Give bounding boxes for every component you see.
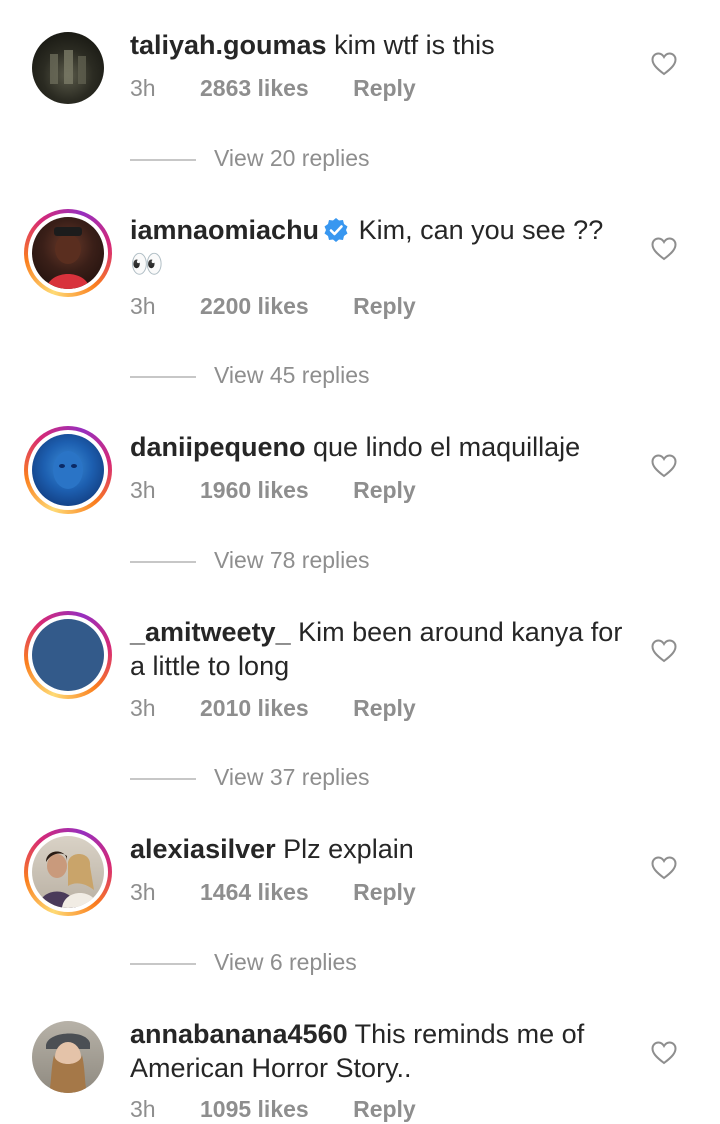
reply-button[interactable]: Reply xyxy=(353,693,416,723)
comment-username[interactable]: iamnaomiachu xyxy=(130,215,319,245)
avatar[interactable] xyxy=(32,1021,104,1093)
comment-time: 3h xyxy=(130,293,156,319)
reply-button[interactable]: Reply xyxy=(353,475,416,505)
divider-line xyxy=(130,375,196,378)
avatar[interactable] xyxy=(24,209,112,297)
comment-meta: 3h 2010 likes Reply xyxy=(130,693,416,723)
view-replies-label: View 20 replies xyxy=(214,145,370,171)
heart-icon[interactable] xyxy=(651,454,677,478)
view-replies-label: View 78 replies xyxy=(214,547,370,573)
like-count[interactable]: 1464 likes xyxy=(200,877,309,907)
like-count[interactable]: 2863 likes xyxy=(200,73,309,103)
comment-time: 3h xyxy=(130,695,156,721)
like-count[interactable]: 1095 likes xyxy=(200,1094,309,1124)
heart-icon[interactable] xyxy=(651,1041,677,1065)
like-count[interactable]: 2010 likes xyxy=(200,693,309,723)
avatar[interactable] xyxy=(32,32,104,104)
view-replies-button[interactable]: View 78 replies xyxy=(130,545,370,575)
comment-text-block: daniipequeno que lindo el maquillaje xyxy=(130,430,630,464)
comment-text-block: taliyah.goumas kim wtf is this xyxy=(130,28,630,62)
comment-time: 3h xyxy=(130,477,156,503)
heart-icon[interactable] xyxy=(651,856,677,880)
avatar[interactable] xyxy=(24,426,112,514)
like-count[interactable]: 2200 likes xyxy=(200,291,309,321)
comment-text-block: _amitweety_ Kim been around kanya for a … xyxy=(130,615,630,683)
comment-text-block: alexiasilver Plz explain xyxy=(130,832,630,866)
comment-meta: 3h 1960 likes Reply xyxy=(130,475,416,505)
reply-button[interactable]: Reply xyxy=(353,877,416,907)
comment-body: que lindo el maquillaje xyxy=(313,432,581,462)
comment-username[interactable]: daniipequeno xyxy=(130,432,306,462)
divider-line xyxy=(130,158,196,161)
comment-text-block: iamnaomiachu Kim, can you see ?? 👀 xyxy=(130,213,630,281)
divider-line xyxy=(130,962,196,965)
reply-button[interactable]: Reply xyxy=(353,1094,416,1124)
verified-badge-icon xyxy=(323,217,349,243)
avatar[interactable] xyxy=(24,611,112,699)
comment-username[interactable]: _amitweety_ xyxy=(130,617,291,647)
comment-meta: 3h 1095 likes Reply xyxy=(130,1094,416,1124)
view-replies-label: View 6 replies xyxy=(214,949,357,975)
comment-text-block: annabanana4560 This reminds me of Americ… xyxy=(130,1017,630,1085)
view-replies-label: View 45 replies xyxy=(214,362,370,388)
comment-body: Plz explain xyxy=(283,834,414,864)
view-replies-button[interactable]: View 37 replies xyxy=(130,762,370,792)
avatar[interactable] xyxy=(24,828,112,916)
comment-time: 3h xyxy=(130,1096,156,1122)
view-replies-button[interactable]: View 20 replies xyxy=(130,143,370,173)
view-replies-label: View 37 replies xyxy=(214,764,370,790)
heart-icon[interactable] xyxy=(651,52,677,76)
heart-icon[interactable] xyxy=(651,237,677,261)
reply-button[interactable]: Reply xyxy=(353,73,416,103)
divider-line xyxy=(130,560,196,563)
comment-username[interactable]: annabanana4560 xyxy=(130,1019,348,1049)
like-count[interactable]: 1960 likes xyxy=(200,475,309,505)
comment-body: kim wtf is this xyxy=(334,30,495,60)
view-replies-button[interactable]: View 6 replies xyxy=(130,947,357,977)
view-replies-button[interactable]: View 45 replies xyxy=(130,360,370,390)
comment-meta: 3h 2863 likes Reply xyxy=(130,73,416,103)
comment-username[interactable]: taliyah.goumas xyxy=(130,30,327,60)
divider-line xyxy=(130,777,196,780)
comment-meta: 3h 2200 likes Reply xyxy=(130,291,416,321)
comment-time: 3h xyxy=(130,879,156,905)
reply-button[interactable]: Reply xyxy=(353,291,416,321)
comment-time: 3h xyxy=(130,75,156,101)
comment-username[interactable]: alexiasilver xyxy=(130,834,276,864)
heart-icon[interactable] xyxy=(651,639,677,663)
comment-meta: 3h 1464 likes Reply xyxy=(130,877,416,907)
